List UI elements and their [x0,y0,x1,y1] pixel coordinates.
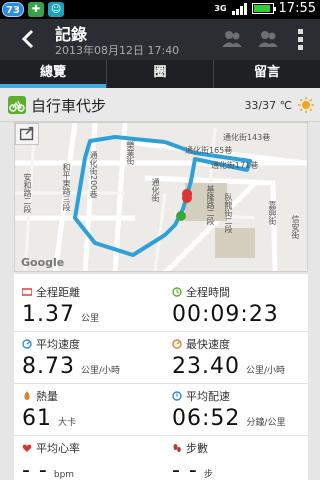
stat-calories: 熱量 61 大卡 [22,388,167,431]
street-label: 通化街200巷 [89,151,98,199]
clock-time: 17:55 [278,1,316,16]
notification-count-badge: 73 [2,2,24,17]
street-label: 通化街143巷 [223,133,271,142]
stat-avg-heart-rate: 平均心率 - - bpm [22,440,167,480]
flame-icon [24,391,30,400]
stat-value: 61 [22,406,52,431]
stat-unit: 大卡 [58,418,77,428]
stat-label: 全程時間 [186,286,230,299]
stat-value: - - [22,458,48,480]
app-notification-icon: ✚ [27,2,44,17]
stat-value: 1.37 [22,302,75,327]
app-header: 記錄 2013年08月12日 17:40 [0,19,320,60]
stat-unit: 分鐘/公里 [246,418,286,428]
stat-unit: bpm [53,470,75,480]
activity-header: 自行車代步 33/37 ℃ [0,88,320,122]
stat-unit: 公里 [80,314,99,324]
status-bar: 73 ✚ ☺ 3G 17:55 [0,0,320,19]
activity-type: 自行車代步 [31,97,107,115]
street-label: 信安街 [291,215,300,239]
record-date: 2013年08月12日 17:40 [55,44,180,57]
overflow-menu-icon[interactable] [292,27,308,51]
sun-icon [298,97,314,113]
pace-icon [172,391,182,401]
street-label: 通化街 [151,178,160,202]
street-label: 安和路二段 [23,173,32,213]
header-actions [220,27,308,51]
street-label: 和平東路三段 [62,163,71,211]
tab-overview[interactable]: 總覽 [0,60,107,88]
stat-distance: 全程距離 1.37 公里 [22,284,167,327]
map-canvas [15,123,307,271]
stat-avg-pace: 平均配速 06:52 分鐘/公里 [172,388,317,431]
stat-label: 平均心率 [36,442,80,455]
battery-icon [251,3,276,14]
route-map[interactable]: 通化街143巷 通化街165巷 通化街171巷 通化街200巷 臥龍街二段 和平… [14,122,308,272]
notification-icons: 73 ✚ ☺ [2,2,64,17]
street-label: 通化街171巷 [211,161,259,170]
group-icon[interactable] [256,27,280,51]
stat-label: 最快速度 [186,338,230,351]
weather-info: 33/37 ℃ [244,97,314,113]
stat-steps: 步數 - - 步 [172,440,317,480]
tab-laps[interactable]: 圈 [107,60,214,88]
stat-value: 00:09:23 [172,302,279,327]
stat-duration: 全程時間 00:09:23 [172,284,317,327]
stat-unit: 公里/小時 [245,366,286,376]
tab-comments[interactable]: 留言 [214,60,320,88]
speed-icon [22,339,32,349]
street-label: 基隆路二段 [206,185,215,225]
stat-label: 熱量 [36,390,58,403]
share-icon[interactable] [15,123,39,145]
speed-max-icon [172,339,182,349]
stat-label: 平均速度 [36,338,80,351]
heart-icon [22,444,32,452]
divider [14,383,308,384]
stat-label: 全程距離 [36,286,80,299]
system-status: 3G 17:55 [214,1,316,16]
stat-value: - - [172,458,198,480]
temperature: 33/37 ℃ [244,98,292,112]
street-label: 嘉興街 [268,201,277,225]
stat-label: 平均配速 [186,390,230,403]
stats-panel: 全程距離 1.37 公里 全程時間 00:09:23 平均速度 8.73 公里/小時… [14,274,308,480]
footstep-icon [173,444,181,453]
google-logo: Google [21,256,65,269]
street-label: 臥龍街二段 [224,193,233,233]
stat-label: 步數 [186,442,208,455]
ruler-icon [22,288,32,296]
stat-value: 23.40 [172,354,240,379]
bicycle-icon [8,96,26,114]
friends-icon[interactable] [220,27,244,51]
tab-bar: 總覽 圈 留言 [0,60,320,88]
divider [14,435,308,436]
stat-value: 8.73 [22,354,75,379]
back-arrow-icon[interactable] [18,28,40,50]
stat-max-speed: 最快速度 23.40 公里/小時 [172,336,317,379]
street-label: 樂業街 [126,141,135,165]
street-label: 通化街165巷 [185,146,233,155]
clock-icon [172,287,182,297]
signal-icon [231,2,247,15]
stat-avg-speed: 平均速度 8.73 公里/小時 [22,336,167,379]
stat-unit: 步 [203,470,213,480]
stat-value: 06:52 [172,406,241,431]
stat-unit: 公里/小時 [80,366,121,376]
chat-notification-icon: ☺ [47,2,64,17]
divider [14,331,308,332]
network-type-icon: 3G [214,3,227,13]
